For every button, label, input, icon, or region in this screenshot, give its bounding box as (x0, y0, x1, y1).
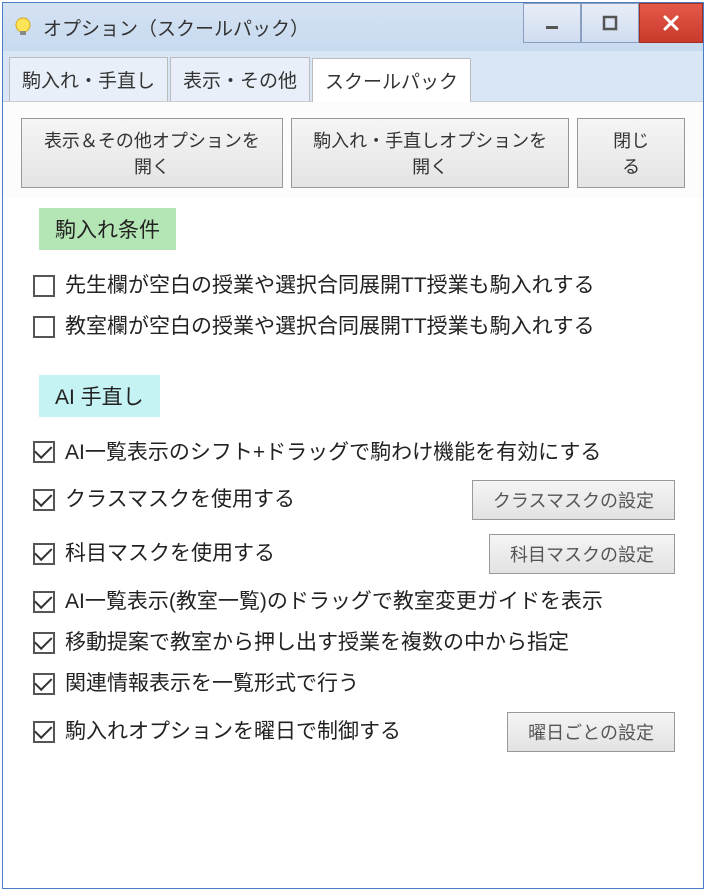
option-teacher-blank: 先生欄が空白の授業や選択合同展開TT授業も駒入れする (33, 272, 675, 299)
window-controls (523, 3, 703, 43)
checkbox-ai-room-drag[interactable] (33, 591, 55, 613)
label-room-blank: 教室欄が空白の授業や選択合同展開TT授業も駒入れする (65, 313, 595, 340)
checkbox-teacher-blank[interactable] (33, 275, 55, 297)
section-ai-header: AI 手直し (39, 375, 160, 417)
weekday-config-button[interactable]: 曜日ごとの設定 (507, 712, 675, 752)
tab-koma[interactable]: 駒入れ・手直し (9, 57, 168, 101)
subject-mask-config-button[interactable]: 科目マスクの設定 (489, 534, 675, 574)
checkbox-move-suggest[interactable] (33, 632, 55, 654)
option-room-blank: 教室欄が空白の授業や選択合同展開TT授業も駒入れする (33, 313, 675, 340)
open-koma-options-button[interactable]: 駒入れ・手直しオプションを開く (291, 118, 569, 188)
open-display-options-button[interactable]: 表示＆その他オプションを開く (21, 118, 283, 188)
label-move-suggest: 移動提案で教室から押し出す授業を複数の中から指定 (65, 629, 569, 656)
window-title: オプション（スクールパック） (43, 14, 309, 41)
label-class-mask: クラスマスクを使用する (65, 486, 295, 513)
checkbox-subject-mask[interactable] (33, 543, 55, 565)
options-window: オプション（スクールパック） 駒入れ・手直し 表示・その他 スクールパック 表示… (2, 2, 704, 889)
maximize-button[interactable] (581, 3, 639, 43)
tab-bar: 駒入れ・手直し 表示・その他 スクールパック (3, 51, 703, 102)
option-subject-mask: 科目マスクを使用する 科目マスクの設定 (33, 534, 675, 574)
label-koma-weekday: 駒入れオプションを曜日で制御する (65, 718, 401, 745)
label-teacher-blank: 先生欄が空白の授業や選択合同展開TT授業も駒入れする (65, 272, 595, 299)
checkbox-related-list[interactable] (33, 673, 55, 695)
checkbox-ai-shift-drag[interactable] (33, 441, 55, 463)
checkbox-koma-weekday[interactable] (33, 721, 55, 743)
label-subject-mask: 科目マスクを使用する (65, 540, 275, 567)
tab-schoolpack[interactable]: スクールパック (312, 58, 471, 102)
tab-display[interactable]: 表示・その他 (170, 57, 310, 101)
titlebar: オプション（スクールパック） (3, 3, 703, 51)
minimize-button[interactable] (523, 3, 581, 43)
checkbox-class-mask[interactable] (33, 489, 55, 511)
label-ai-room-drag: AI一覧表示(教室一覧)のドラッグで教室変更ガイドを表示 (65, 588, 603, 615)
close-options-button[interactable]: 閉じる (577, 118, 685, 188)
option-koma-weekday: 駒入れオプションを曜日で制御する 曜日ごとの設定 (33, 712, 675, 752)
option-ai-shift-drag: AI一覧表示のシフト+ドラッグで駒わけ機能を有効にする (33, 439, 675, 466)
close-button[interactable] (639, 3, 703, 43)
option-class-mask: クラスマスクを使用する クラスマスクの設定 (33, 480, 675, 520)
content-area: 駒入れ条件 先生欄が空白の授業や選択合同展開TT授業も駒入れする 教室欄が空白の… (3, 198, 703, 888)
toolbar: 表示＆その他オプションを開く 駒入れ・手直しオプションを開く 閉じる (3, 102, 703, 198)
class-mask-config-button[interactable]: クラスマスクの設定 (472, 480, 675, 520)
option-related-list: 関連情報表示を一覧形式で行う (33, 670, 675, 697)
section-koma-header: 駒入れ条件 (39, 208, 176, 250)
checkbox-room-blank[interactable] (33, 316, 55, 338)
label-ai-shift-drag: AI一覧表示のシフト+ドラッグで駒わけ機能を有効にする (65, 439, 601, 466)
option-move-suggest: 移動提案で教室から押し出す授業を複数の中から指定 (33, 629, 675, 656)
option-ai-room-drag: AI一覧表示(教室一覧)のドラッグで教室変更ガイドを表示 (33, 588, 675, 615)
lightbulb-icon (11, 15, 35, 39)
label-related-list: 関連情報表示を一覧形式で行う (65, 670, 359, 697)
